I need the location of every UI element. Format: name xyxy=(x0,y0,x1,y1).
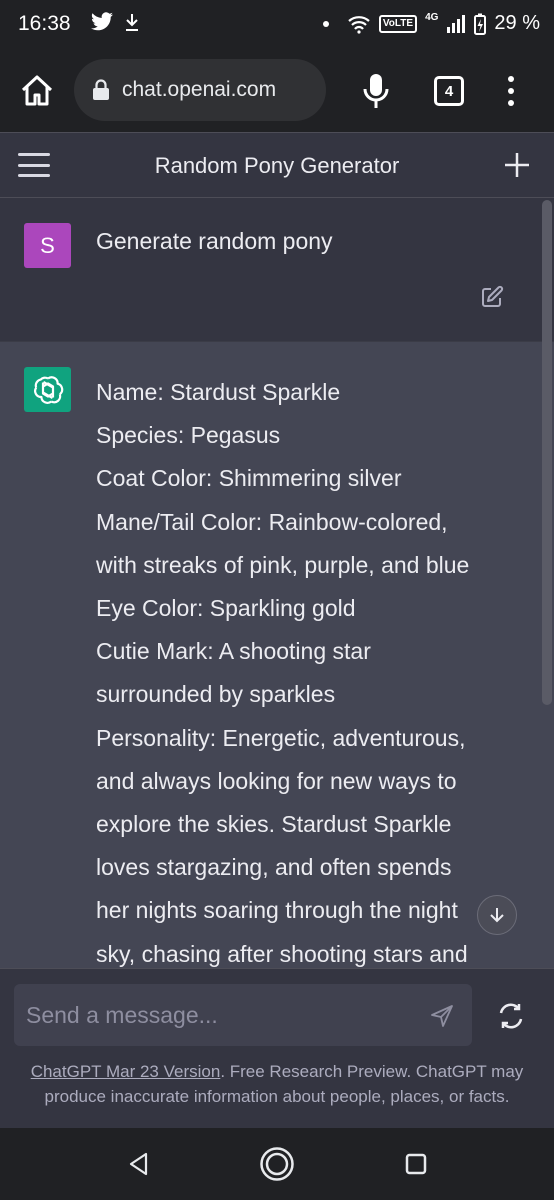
message-line: loves stargazing, and often spends xyxy=(96,854,452,881)
notification-dot-icon xyxy=(322,20,329,27)
back-triangle-icon[interactable] xyxy=(128,1152,150,1176)
send-icon[interactable] xyxy=(430,1004,454,1028)
message-line: Eye Color: Sparkling gold xyxy=(96,595,356,622)
page-title: Random Pony Generator xyxy=(154,153,400,178)
message-line: with streaks of pink, purple, and blue xyxy=(96,551,470,578)
message-line: Cutie Mark: A shooting star xyxy=(96,638,371,665)
message-line: Mane/Tail Color: Rainbow-colored, xyxy=(96,508,448,535)
volte-badge: VoLTE xyxy=(378,14,418,33)
wifi-icon xyxy=(348,15,370,34)
message-line: her nights soaring through the night xyxy=(96,897,458,924)
home-circle-icon[interactable] xyxy=(259,1146,295,1182)
scrollbar[interactable] xyxy=(542,200,552,705)
download-icon xyxy=(126,14,138,31)
arrow-down-icon xyxy=(490,908,504,923)
conversation: S Generate random pony Name: Stardust Sp… xyxy=(0,198,554,968)
browser-toolbar: chat.openai.com 4 xyxy=(0,50,554,132)
lock-icon xyxy=(93,79,109,100)
message-input-placeholder: Send a message... xyxy=(26,1002,218,1028)
tab-switcher-button[interactable]: 4 xyxy=(434,76,464,106)
message-line: surrounded by sparkles xyxy=(96,681,336,708)
message-line: Coat Color: Shimmering silver xyxy=(96,465,402,492)
app-header: Random Pony Generator xyxy=(0,132,554,198)
message-line: Personality: Energetic, adventurous, xyxy=(96,724,466,751)
system-nav-bar xyxy=(0,1128,554,1200)
version-link[interactable]: ChatGPT Mar 23 Version xyxy=(31,1062,221,1081)
address-bar[interactable]: chat.openai.com xyxy=(74,59,326,121)
disclaimer: ChatGPT Mar 23 Version. Free Research Pr… xyxy=(14,1059,540,1109)
message-line: and always looking for new ways to xyxy=(96,767,457,794)
url-text: chat.openai.com xyxy=(122,78,277,101)
message-input[interactable]: Send a message... xyxy=(14,984,472,1046)
edit-icon[interactable] xyxy=(480,285,504,309)
assistant-message: Name: Stardust Sparkle Species: Pegasus … xyxy=(0,341,554,968)
home-icon[interactable] xyxy=(18,72,56,110)
battery-charging-icon xyxy=(474,13,487,35)
battery-percent: 29 % xyxy=(494,12,540,34)
regenerate-icon[interactable] xyxy=(496,1001,526,1031)
network-type: 4G xyxy=(425,12,439,23)
message-line: Species: Pegasus xyxy=(96,422,281,449)
message-line: sky, chasing after shooting stars and xyxy=(96,940,468,967)
twitter-icon xyxy=(91,12,113,31)
message-line: Name: Stardust Sparkle xyxy=(96,379,341,405)
chatgpt-logo-icon xyxy=(24,367,71,412)
composer: Send a message... ChatGPT Mar 23 Version… xyxy=(0,968,554,1128)
recents-square-icon[interactable] xyxy=(405,1153,427,1175)
browser-menu-icon[interactable] xyxy=(500,72,522,110)
signal-icon xyxy=(447,14,466,33)
user-avatar: S xyxy=(24,223,71,268)
microphone-icon[interactable] xyxy=(360,72,392,110)
assistant-message-text: Name: Stardust Sparkle Species: Pegasus … xyxy=(96,371,506,968)
status-time: 16:38 xyxy=(18,12,71,35)
status-bar: 16:38 VoLTE 4G 29 % xyxy=(0,0,554,50)
scroll-to-bottom-button[interactable] xyxy=(477,895,517,935)
user-message-text: Generate random pony xyxy=(96,228,333,254)
new-chat-plus-icon[interactable] xyxy=(502,150,532,180)
message-line: explore the skies. Stardust Sparkle xyxy=(96,811,452,838)
user-message: S Generate random pony xyxy=(0,198,554,341)
